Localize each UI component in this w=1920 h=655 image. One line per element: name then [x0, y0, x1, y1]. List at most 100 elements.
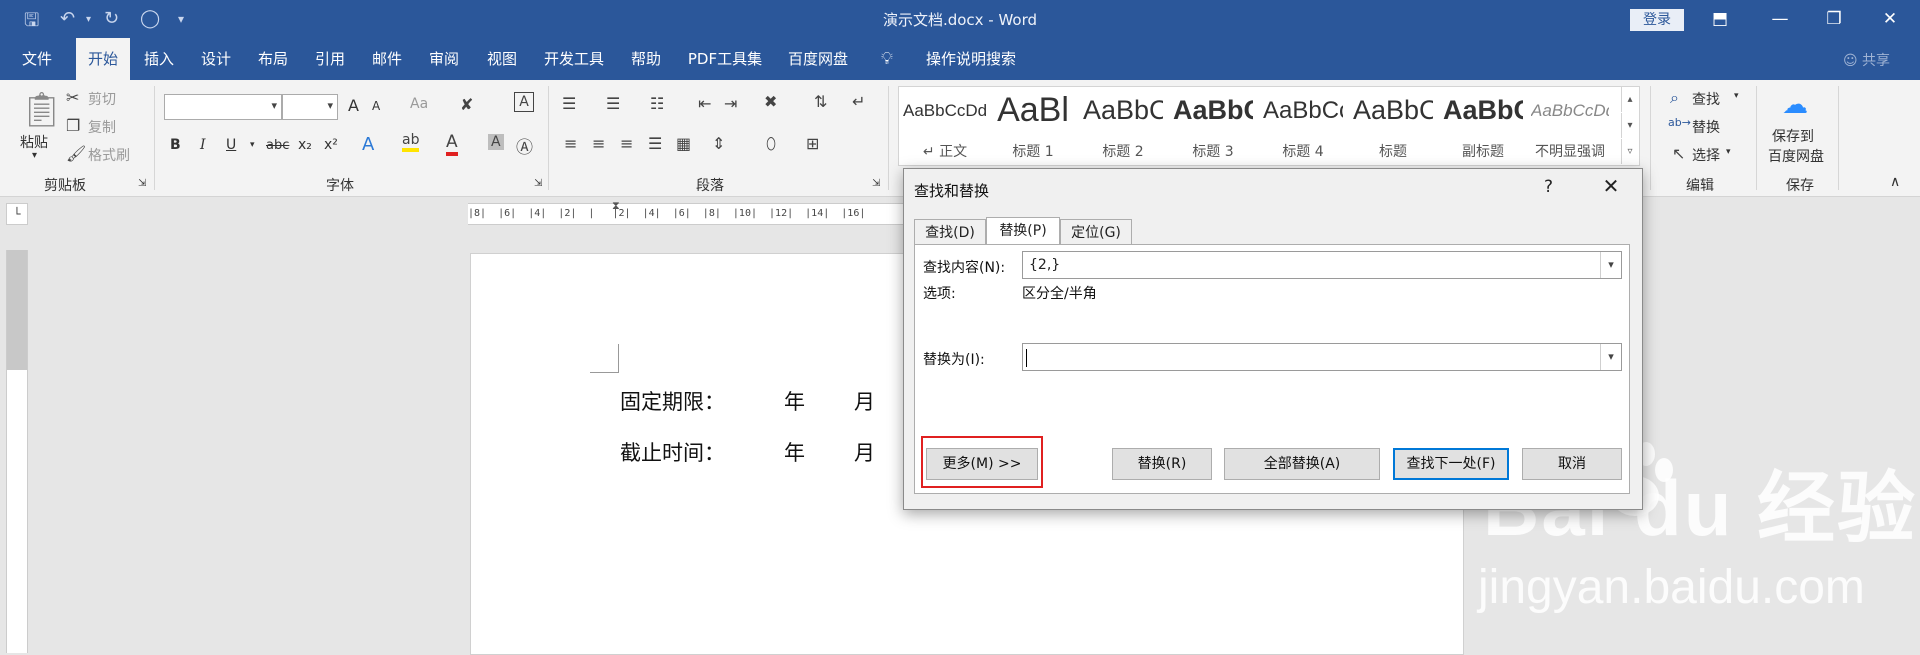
character-shading-icon[interactable]: A	[488, 134, 504, 150]
tab-find[interactable]: 查找(D)	[914, 219, 986, 245]
find-button[interactable]: 查找	[1692, 89, 1720, 109]
save-to-label[interactable]: 保存到	[1772, 126, 1814, 146]
style-item[interactable]: AaBbC 标题 2	[1083, 87, 1163, 165]
tab-view[interactable]: 视图	[476, 38, 528, 80]
strikethrough-button[interactable]: abc	[266, 138, 289, 153]
chevron-down-icon[interactable]: ▾	[1600, 344, 1621, 370]
font-launcher-icon[interactable]: ⇲	[534, 178, 542, 189]
character-border-icon[interactable]: A	[514, 92, 534, 112]
show-marks-icon[interactable]: ↵	[852, 92, 865, 111]
find-icon[interactable]: ⌕	[1670, 88, 1679, 108]
paste-button[interactable]: 粘贴	[20, 132, 48, 152]
multilevel-list-icon[interactable]: ☷	[650, 94, 664, 113]
tab-layout[interactable]: 布局	[248, 38, 298, 80]
format-painter-button[interactable]: 格式刷	[88, 145, 130, 165]
format-painter-icon[interactable]: 🖌︎	[66, 144, 86, 163]
horizontal-ruler[interactable]: |8| |6| |4| |2| | |2| |4| |6| |8| |10| |…	[468, 203, 908, 225]
close-icon[interactable]: ✕	[1870, 6, 1910, 32]
subscript-button[interactable]: x₂	[298, 137, 312, 153]
ribbon-display-icon[interactable]: ⬒	[1700, 6, 1740, 32]
change-case-button[interactable]: Aa	[410, 96, 428, 112]
shading-icon[interactable]: ⬯	[766, 134, 776, 154]
paste-icon[interactable]: 📋︎	[20, 90, 63, 130]
tab-replace[interactable]: 替换(P)	[986, 217, 1060, 245]
baidu-netdisk-label[interactable]: 百度网盘	[1768, 146, 1824, 166]
find-next-button[interactable]: 查找下一处(F)	[1393, 448, 1509, 480]
baidu-netdisk-icon[interactable]: ☁	[1782, 90, 1808, 120]
clipboard-launcher-icon[interactable]: ⇲	[138, 178, 146, 189]
tab-selector-icon[interactable]: └	[6, 203, 28, 225]
distributed-icon[interactable]: ▦	[676, 134, 691, 153]
tab-review[interactable]: 审阅	[418, 38, 470, 80]
line-spacing-icon[interactable]: ⇕	[712, 134, 725, 153]
decrease-indent-icon[interactable]: ⇤	[698, 94, 711, 113]
style-item[interactable]: AaBl 标题 1	[993, 87, 1073, 165]
help-button[interactable]: ?	[1544, 177, 1553, 197]
gallery-down-icon[interactable]: ▾	[1621, 113, 1638, 138]
shrink-font-button[interactable]: A	[372, 99, 380, 113]
style-item[interactable]: AaBbCcDd ↵ 正文	[903, 87, 987, 165]
replace-all-button[interactable]: 全部替换(A)	[1224, 448, 1380, 480]
paste-dropdown-icon[interactable]: ▾	[32, 150, 37, 161]
cancel-button[interactable]: 取消	[1522, 448, 1622, 480]
restore-icon[interactable]: ❐	[1814, 6, 1854, 32]
font-name-combo[interactable]: ▾	[164, 94, 282, 120]
align-left-icon[interactable]: ≡	[564, 134, 577, 153]
enclose-characters-icon[interactable]: Ⓐ	[516, 133, 533, 158]
replace-icon[interactable]: ab→	[1668, 116, 1691, 129]
replace-with-input[interactable]: ▾	[1022, 343, 1622, 371]
copy-button[interactable]: 复制	[88, 117, 116, 137]
replace-button[interactable]: 替换(R)	[1112, 448, 1212, 480]
replace-button[interactable]: 替换	[1692, 117, 1720, 137]
paragraph-launcher-icon[interactable]: ⇲	[872, 178, 880, 189]
style-item[interactable]: AaBbC 标题 3	[1173, 87, 1253, 165]
tab-goto[interactable]: 定位(G)	[1060, 219, 1132, 245]
tab-references[interactable]: 引用	[304, 38, 356, 80]
align-right-icon[interactable]: ≡	[620, 134, 633, 153]
sort-icon[interactable]: ⇅	[814, 92, 827, 111]
highlight-icon[interactable]: ab	[402, 132, 420, 152]
minimize-icon[interactable]: —	[1760, 6, 1800, 32]
align-center-icon[interactable]: ≡	[592, 134, 605, 153]
justify-icon[interactable]: ☰	[648, 134, 662, 153]
cut-button[interactable]: 剪切	[88, 89, 116, 109]
style-item[interactable]: AaBbC 副标题	[1443, 87, 1523, 165]
tab-insert[interactable]: 插入	[134, 38, 184, 80]
select-cursor-icon[interactable]: ↖	[1672, 144, 1685, 163]
gallery-more-icon[interactable]: ▿	[1621, 139, 1638, 164]
tab-home[interactable]: 开始	[76, 38, 130, 80]
share-button[interactable]: ☺ 共享	[1843, 50, 1890, 70]
tab-developer[interactable]: 开发工具	[534, 38, 614, 80]
dialog-close-icon[interactable]: ✕	[1596, 173, 1626, 199]
clear-formatting-icon[interactable]: ✘	[460, 95, 473, 114]
increase-indent-icon[interactable]: ⇥	[724, 94, 737, 113]
vertical-ruler[interactable]	[6, 250, 28, 653]
tab-design[interactable]: 设计	[190, 38, 242, 80]
tell-me-search[interactable]: 操作说明搜索	[906, 38, 1036, 80]
bullets-icon[interactable]: ☰	[562, 94, 576, 113]
superscript-button[interactable]: x²	[324, 137, 338, 153]
borders-icon[interactable]: ⊞	[806, 134, 819, 153]
select-button[interactable]: 选择	[1692, 145, 1720, 165]
cut-icon[interactable]: ✂	[66, 88, 79, 107]
bold-button[interactable]: B	[170, 137, 181, 153]
numbering-icon[interactable]: ☰	[606, 94, 620, 113]
tab-help[interactable]: 帮助	[620, 38, 672, 80]
gallery-up-icon[interactable]: ▴	[1621, 87, 1638, 112]
tab-baidu-netdisk[interactable]: 百度网盘	[778, 38, 858, 80]
text-effects-icon[interactable]: A	[362, 134, 374, 155]
style-item[interactable]: AaBbC 标题	[1353, 87, 1433, 165]
indent-marker-icon[interactable]: ⧗	[612, 199, 620, 213]
chinese-layout-icon[interactable]: ✖	[764, 92, 777, 111]
style-item[interactable]: AaBbCcDd 不明显强调	[1531, 87, 1609, 165]
tab-pdf-tools[interactable]: PDF工具集	[678, 38, 772, 80]
chevron-down-icon[interactable]: ▾	[1600, 252, 1621, 278]
italic-button[interactable]: I	[200, 137, 206, 153]
tab-file[interactable]: 文件	[12, 38, 62, 80]
find-what-input[interactable]: {2,} ▾	[1022, 251, 1622, 279]
style-item[interactable]: AaBbCc 标题 4	[1263, 87, 1343, 165]
grow-font-button[interactable]: A	[348, 96, 359, 115]
underline-dropdown-icon[interactable]: ▾	[250, 140, 255, 150]
login-button[interactable]: 登录	[1630, 9, 1684, 31]
copy-icon[interactable]: ❐	[66, 116, 80, 135]
